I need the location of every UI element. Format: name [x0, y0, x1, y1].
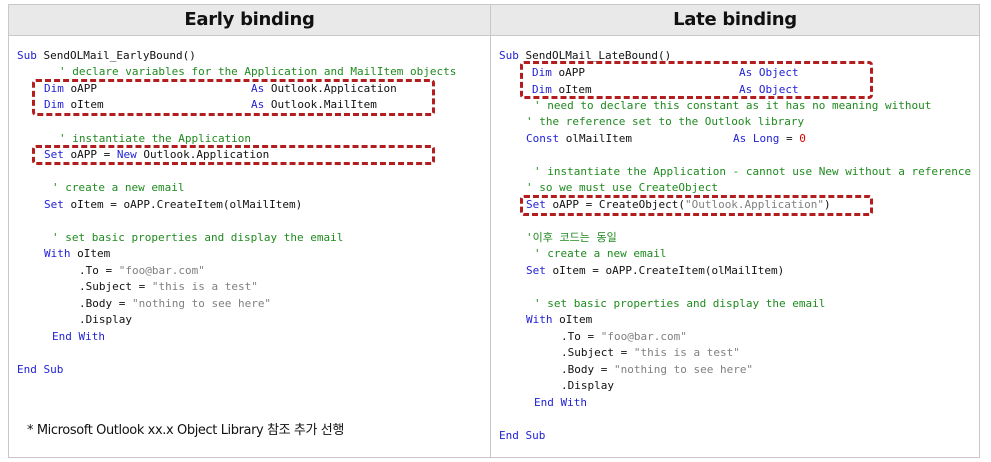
code-line: .Subject = "this is a test" — [79, 280, 258, 293]
code-line: .Display — [561, 379, 614, 392]
highlight-box-declarations — [32, 79, 435, 116]
code-comment: ' the reference set to the Outlook libra… — [526, 115, 805, 128]
code-comment: ' set basic properties and display the e… — [534, 297, 826, 310]
highlight-box-declarations — [520, 61, 873, 99]
early-binding-column: Early binding Sub SendOLMail_EarlyBound(… — [9, 5, 491, 457]
code-line: With oItem — [526, 313, 593, 326]
code-line: .Display — [79, 313, 132, 326]
code-comment: ' create a new email — [534, 247, 667, 260]
code-line: Const olMailItem — [526, 132, 632, 145]
highlight-box-createobject — [520, 195, 873, 216]
code-line: .To = "foo@bar.com" — [79, 264, 205, 277]
code-line: Set oItem = oAPP.CreateItem(olMailItem) — [44, 198, 303, 211]
highlight-box-instantiate — [32, 145, 435, 165]
code-line: With oItem — [44, 247, 111, 260]
code-comment: ' create a new email — [52, 181, 185, 194]
code-line: End With — [52, 330, 105, 343]
code-comment: ' so we must use CreateObject — [526, 181, 719, 194]
late-binding-column: Late binding Sub SendOLMail_LateBound() … — [491, 5, 979, 457]
late-binding-title: Late binding — [491, 5, 979, 36]
code-line: .Subject = "this is a test" — [561, 346, 740, 359]
code-line: End Sub — [499, 429, 546, 442]
code-line: .Body = "nothing to see here" — [79, 297, 272, 310]
code-comment: ' instantiate the Application - cannot u… — [534, 165, 972, 178]
code-comment: ' declare variables for the Application … — [59, 65, 457, 78]
code-line: Sub SendOLMail_EarlyBound() — [17, 49, 196, 62]
code-line: As Long = 0 — [733, 132, 806, 145]
code-line: End Sub — [17, 363, 64, 376]
code-comment: '이후 코드는 동일 — [526, 231, 617, 244]
code-line: End With — [534, 396, 587, 409]
early-binding-title: Early binding — [9, 5, 490, 36]
code-line: .Body = "nothing to see here" — [561, 363, 754, 376]
code-line: Set oItem = oAPP.CreateItem(olMailItem) — [526, 264, 785, 277]
code-comment: ' need to declare this constant as it ha… — [534, 99, 932, 112]
code-comment: ' set basic properties and display the e… — [52, 231, 344, 244]
code-line: .To = "foo@bar.com" — [561, 330, 687, 343]
comparison-table: Early binding Sub SendOLMail_EarlyBound(… — [8, 4, 980, 458]
reference-note: * Microsoft Outlook xx.x Object Library … — [27, 423, 344, 438]
